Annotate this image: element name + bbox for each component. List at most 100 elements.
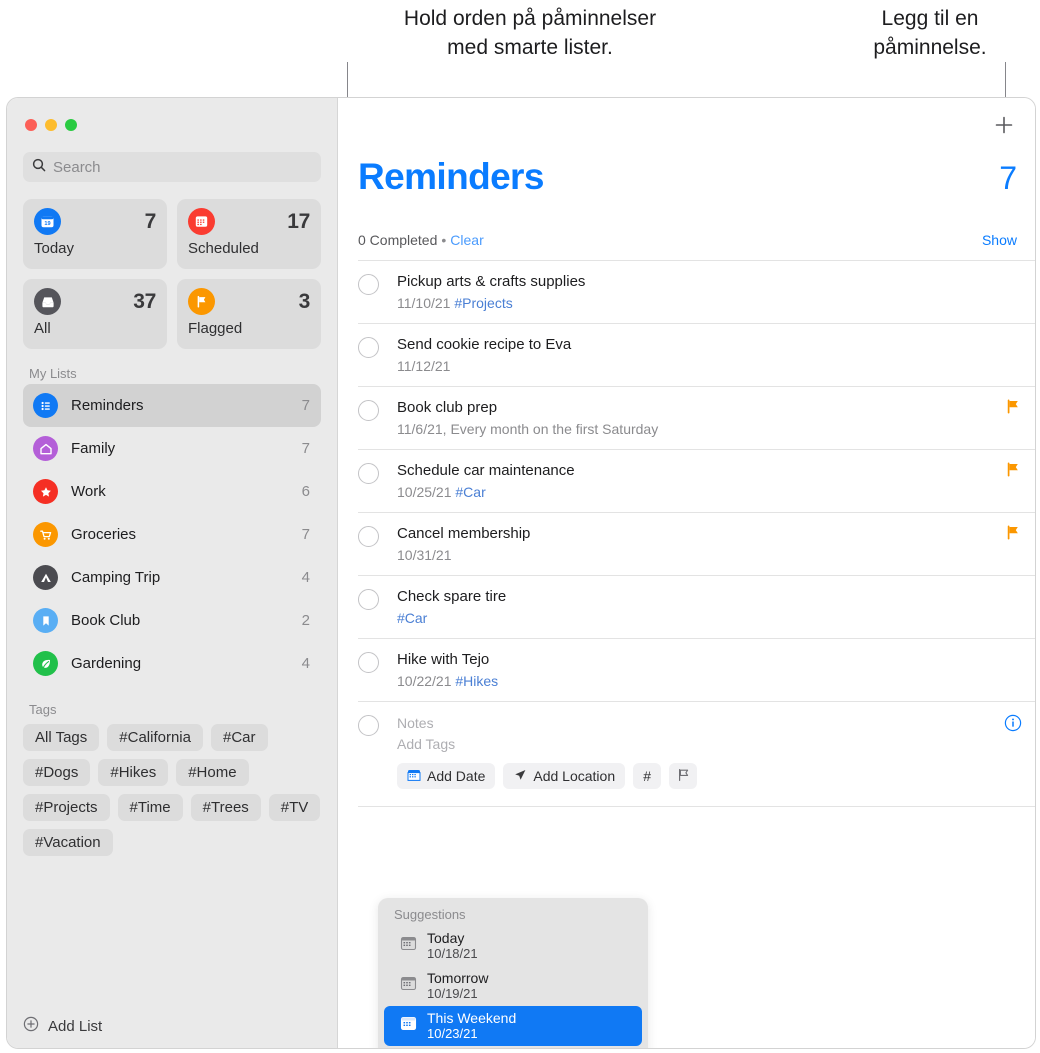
reminder-title: Send cookie recipe to Eva [397, 336, 572, 353]
add-tag-button[interactable]: # [633, 763, 662, 789]
suggestion-this-weekend[interactable]: This Weekend 10/23/21 [384, 1006, 642, 1046]
calendar-icon: 19 [34, 208, 61, 235]
reminder-row[interactable]: Send cookie recipe to Eva 11/12/21 [358, 323, 1035, 386]
sidebar: Search 19 7 Today 17 Scheduled 37 All 3 … [7, 98, 338, 1048]
maximize-button[interactable] [65, 119, 77, 131]
reminder-date: 10/22/21 [397, 673, 452, 689]
suggestion-tomorrow[interactable]: Tomorrow 10/19/21 [384, 966, 642, 1006]
tag-chip-dogs[interactable]: #Dogs [23, 759, 91, 786]
tag-chip-all-tags[interactable]: All Tags [23, 724, 100, 751]
reminder-date: 11/6/21 [397, 421, 443, 437]
star-icon [33, 479, 58, 504]
sidebar-item-gardening[interactable]: Gardening 4 [23, 642, 321, 685]
tag-chip-california[interactable]: #California [107, 724, 203, 751]
minimize-button[interactable] [45, 119, 57, 131]
smart-list-flagged[interactable]: 3 Flagged [177, 279, 321, 349]
tag-chip-hikes[interactable]: #Hikes [98, 759, 169, 786]
tag-chip-car[interactable]: #Car [210, 724, 268, 751]
sidebar-item-count: 6 [301, 483, 310, 500]
sidebar-item-work[interactable]: Work 6 [23, 470, 321, 513]
sidebar-item-reminders[interactable]: Reminders 7 [23, 384, 321, 427]
flag-icon [188, 288, 215, 315]
sidebar-item-count: 7 [301, 397, 310, 414]
clear-link[interactable]: Clear [450, 232, 483, 248]
reminder-tag[interactable]: #Car [397, 610, 427, 626]
reminder-tag[interactable]: #Hikes [455, 673, 498, 689]
flag-button[interactable] [669, 763, 698, 789]
sidebar-item-book-club[interactable]: Book Club 2 [23, 599, 321, 642]
reminder-checkbox[interactable] [358, 337, 379, 358]
add-date-button[interactable]: Add Date [397, 763, 496, 789]
notes-placeholder[interactable]: Notes [397, 713, 991, 734]
list-meta-row: 0 Completed • Clear Show [358, 232, 1017, 248]
reminder-tag[interactable]: #Car [455, 484, 485, 500]
info-circle-icon[interactable] [1004, 714, 1022, 737]
reminder-flag-cell [991, 335, 1035, 375]
reminder-subtitle: 10/22/21 #Hikes [397, 672, 991, 690]
sidebar-item-label: Family [71, 440, 116, 457]
add-location-label: Add Location [533, 768, 616, 784]
reminder-flag-cell [991, 650, 1035, 690]
tag-chip-trees[interactable]: #Trees [190, 794, 261, 821]
reminder-tag[interactable]: #Projects [454, 295, 512, 311]
sidebar-item-family[interactable]: Family 7 [23, 427, 321, 470]
reminder-row[interactable]: Pickup arts & crafts supplies 11/10/21 #… [358, 260, 1035, 323]
suggestion-date: 10/18/21 [427, 946, 478, 961]
reminder-checkbox[interactable] [358, 274, 379, 295]
page-title: Reminders [358, 156, 544, 197]
smart-list-all[interactable]: 37 All [23, 279, 167, 349]
reminder-flag-cell [991, 272, 1035, 312]
smart-list-count: 37 [133, 289, 156, 313]
reminder-checkbox[interactable] [358, 400, 379, 421]
sidebar-item-camping-trip[interactable]: Camping Trip 4 [23, 556, 321, 599]
suggestion-title: Tomorrow [427, 970, 489, 986]
sidebar-item-groceries[interactable]: Groceries 7 [23, 513, 321, 556]
new-reminder-row[interactable]: Notes Add Tags Add Date Add Location # [358, 701, 1035, 807]
tag-chip-projects[interactable]: #Projects [23, 794, 110, 821]
reminder-row[interactable]: Book club prep 11/6/21, Every month on t… [358, 386, 1035, 449]
reminder-row[interactable]: Hike with Tejo 10/22/21 #Hikes [358, 638, 1035, 701]
tag-chip-home[interactable]: #Home [176, 759, 249, 786]
add-tags-placeholder[interactable]: Add Tags [397, 734, 991, 755]
flag-icon[interactable] [1006, 462, 1020, 482]
smart-list-scheduled[interactable]: 17 Scheduled [177, 199, 321, 269]
flag-icon[interactable] [1006, 525, 1020, 545]
add-location-button[interactable]: Add Location [503, 763, 626, 789]
tag-chip-tv[interactable]: #TV [268, 794, 321, 821]
suggestion-today[interactable]: Today 10/18/21 [384, 926, 642, 966]
reminder-date: 10/25/21 [397, 484, 452, 500]
my-lists-header: My Lists [29, 366, 77, 381]
reminder-list: Pickup arts & crafts supplies 11/10/21 #… [358, 260, 1035, 807]
reminder-checkbox[interactable] [358, 463, 379, 484]
reminder-date: 11/12/21 [397, 358, 451, 374]
tag-chip-vacation[interactable]: #Vacation [23, 829, 113, 856]
sidebar-item-label: Camping Trip [71, 569, 161, 586]
calendar-icon [400, 1015, 417, 1037]
completed-info: 0 Completed • Clear [358, 232, 484, 248]
sidebar-item-label: Gardening [71, 655, 142, 672]
list-title-row: Reminders 7 [358, 156, 1017, 198]
tag-chip-time[interactable]: #Time [117, 794, 183, 821]
smart-list-today[interactable]: 19 7 Today [23, 199, 167, 269]
close-button[interactable] [25, 119, 37, 131]
reminder-checkbox[interactable] [358, 652, 379, 673]
reminder-row[interactable]: Cancel membership 10/31/21 [358, 512, 1035, 575]
search-icon [32, 158, 46, 177]
reminder-row[interactable]: Schedule car maintenance 10/25/21 #Car [358, 449, 1035, 512]
inbox-icon [34, 288, 61, 315]
my-lists-container: Reminders 7 Family 7 Work 6 Groceries 7 … [7, 384, 337, 685]
add-date-label: Add Date [427, 768, 486, 784]
add-list-button[interactable]: Add List [7, 1004, 337, 1048]
flag-icon[interactable] [1006, 399, 1020, 419]
new-reminder-checkbox[interactable] [358, 715, 379, 736]
show-link[interactable]: Show [982, 232, 1017, 248]
add-reminder-button[interactable] [991, 112, 1017, 138]
sidebar-item-count: 2 [301, 612, 310, 629]
reminder-row[interactable]: Check spare tire #Car [358, 575, 1035, 638]
smart-lists-grid: 19 7 Today 17 Scheduled 37 All 3 Flagged [23, 199, 321, 349]
reminder-checkbox[interactable] [358, 589, 379, 610]
reminder-checkbox[interactable] [358, 526, 379, 547]
reminder-title: Cancel membership [397, 525, 531, 542]
search-input[interactable]: Search [23, 152, 321, 182]
reminder-title: Book club prep [397, 399, 498, 416]
